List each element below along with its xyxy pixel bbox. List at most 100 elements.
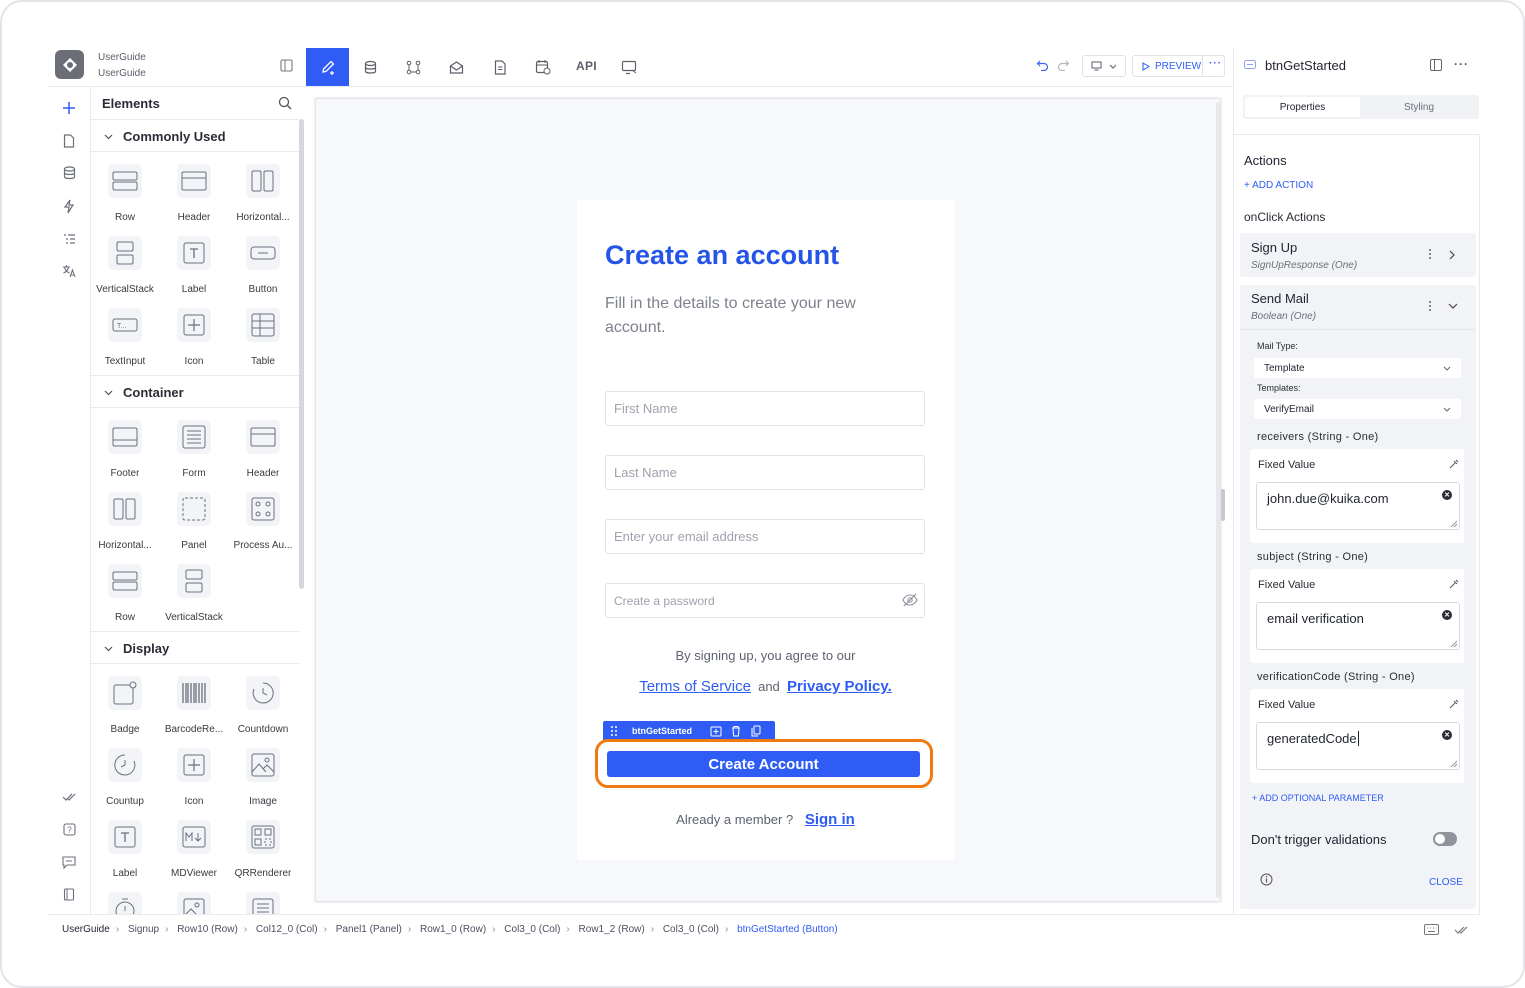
database-tool-button[interactable]	[349, 48, 392, 86]
element-image[interactable]: Image	[229, 748, 297, 818]
device-select[interactable]	[1082, 55, 1126, 77]
email-field[interactable]: Enter your email address	[605, 519, 925, 554]
mail-type-select[interactable]: Template	[1254, 358, 1461, 378]
undo-icon[interactable]	[1036, 59, 1049, 71]
element-textinput[interactable]: T... TextInput	[91, 308, 159, 378]
element-label-display[interactable]: Label	[91, 820, 159, 890]
breadcrumb-item[interactable]: Signup	[128, 924, 159, 935]
create-account-button[interactable]: Create Account	[607, 751, 920, 777]
element-process[interactable]: Process Au...	[229, 492, 297, 562]
resize-grip-icon[interactable]	[1450, 760, 1458, 768]
element-label[interactable]: Label	[160, 236, 228, 306]
element-form[interactable]: Form	[160, 420, 228, 490]
mode-picker-icon[interactable]	[1449, 579, 1459, 589]
element-countdown[interactable]: Countdown	[229, 676, 297, 746]
eye-off-icon[interactable]	[902, 593, 918, 607]
breadcrumb-item[interactable]: Col3_0 (Col)	[504, 924, 560, 935]
resize-handle[interactable]	[1221, 489, 1225, 521]
element-button[interactable]: Button	[229, 236, 297, 306]
double-check-icon[interactable]	[60, 788, 78, 806]
data-sources-icon[interactable]	[60, 164, 78, 182]
tab-properties[interactable]: Properties	[1245, 97, 1360, 117]
element-header[interactable]: Header	[160, 164, 228, 234]
document-tool-button[interactable]	[478, 48, 521, 86]
breadcrumb-item[interactable]: Row1_2 (Row)	[579, 924, 645, 935]
more-options-icon[interactable]: ···	[1209, 58, 1222, 69]
preview-button[interactable]: PREVIEW ···	[1132, 55, 1225, 77]
search-icon[interactable]	[278, 96, 292, 110]
chevron-right-icon[interactable]	[1449, 250, 1455, 260]
add-optional-parameter-link[interactable]: + ADD OPTIONAL PARAMETER	[1252, 793, 1384, 803]
add-action-link[interactable]: + ADD ACTION	[1244, 180, 1313, 191]
verification-code-input[interactable]: generatedCode	[1256, 722, 1460, 770]
book-icon[interactable]	[60, 885, 78, 903]
translate-icon[interactable]	[60, 262, 78, 280]
breadcrumb-item[interactable]: Panel1 (Panel)	[336, 924, 402, 935]
element-horizontal[interactable]: Horizontal...	[229, 164, 297, 234]
resize-grip-icon[interactable]	[1450, 520, 1458, 528]
element-footer[interactable]: Footer	[91, 420, 159, 490]
pages-icon[interactable]	[60, 132, 78, 150]
tab-styling[interactable]: Styling	[1361, 97, 1477, 117]
copy-icon[interactable]	[751, 725, 761, 737]
list-icon[interactable]	[246, 892, 280, 914]
receivers-input[interactable]: john.due@kuika.com	[1256, 482, 1460, 530]
last-name-field[interactable]: Last Name	[605, 455, 925, 490]
element-verticalstack-container[interactable]: VerticalStack	[160, 564, 228, 634]
image-icon[interactable]	[177, 892, 211, 914]
close-button[interactable]: CLOSE	[1429, 877, 1463, 888]
panel-layout-icon[interactable]	[1430, 59, 1442, 71]
api-tool-button[interactable]: API	[576, 59, 597, 73]
trash-icon[interactable]	[731, 725, 741, 737]
first-name-field[interactable]: First Name	[605, 391, 925, 426]
element-verticalstack[interactable]: VerticalStack	[91, 236, 159, 306]
breadcrumb-item[interactable]: UserGuide	[62, 924, 110, 935]
collapse-panel-icon[interactable]	[280, 59, 293, 72]
mail-tool-button[interactable]	[435, 48, 478, 86]
subject-input[interactable]: email verification	[1256, 602, 1460, 650]
privacy-link[interactable]: Privacy Policy.	[787, 678, 892, 695]
clear-icon[interactable]: ✕	[1442, 610, 1452, 620]
element-barcode[interactable]: BarcodeRe...	[160, 676, 228, 746]
calendar-tool-button[interactable]	[521, 48, 564, 86]
add-elements-icon[interactable]	[60, 99, 78, 117]
app-logo[interactable]	[55, 50, 84, 79]
element-table[interactable]: Table	[229, 308, 297, 378]
element-icon-display[interactable]: Icon	[160, 748, 228, 818]
flow-tool-button[interactable]	[392, 48, 435, 86]
info-icon[interactable]	[1260, 873, 1273, 886]
kebab-icon[interactable]	[1428, 248, 1432, 260]
canvas-scrollbar[interactable]	[1216, 102, 1220, 898]
breadcrumb-current[interactable]: btnGetStarted (Button)	[737, 924, 838, 935]
password-field[interactable]: Create a password	[605, 583, 925, 618]
breadcrumb-item[interactable]: Row10 (Row)	[177, 924, 238, 935]
templates-select[interactable]: VerifyEmail	[1254, 399, 1461, 419]
resize-grip-icon[interactable]	[1450, 640, 1458, 648]
element-row-container[interactable]: Row	[91, 564, 159, 634]
section-container-header[interactable]: Container	[104, 385, 184, 400]
inspector-more-icon[interactable]: ···	[1454, 57, 1469, 71]
element-panel[interactable]: Panel	[160, 492, 228, 562]
help-icon[interactable]: ?	[60, 820, 78, 838]
signin-link[interactable]: Sign in	[805, 811, 855, 828]
section-display-header[interactable]: Display	[104, 641, 169, 656]
clear-icon[interactable]: ✕	[1442, 730, 1452, 740]
element-header-container[interactable]: Header	[229, 420, 297, 490]
breadcrumb-item[interactable]: Col3_0 (Col)	[663, 924, 719, 935]
element-badge[interactable]: Badge	[91, 676, 159, 746]
monitor-tool-button[interactable]	[608, 48, 651, 86]
section-commonly-used-header[interactable]: Commonly Used	[104, 129, 226, 144]
mode-picker-icon[interactable]	[1449, 459, 1459, 469]
comment-icon[interactable]	[60, 853, 78, 871]
element-row[interactable]: Row	[91, 164, 159, 234]
keyboard-icon[interactable]	[1424, 924, 1439, 935]
lightning-icon[interactable]	[60, 197, 78, 215]
add-component-icon[interactable]	[710, 726, 722, 737]
panel-scrollbar[interactable]	[299, 119, 304, 589]
chevron-down-icon[interactable]	[1448, 303, 1458, 309]
element-countup[interactable]: Countup	[91, 748, 159, 818]
double-check-icon[interactable]	[1454, 925, 1469, 935]
element-horizontal-container[interactable]: Horizontal...	[91, 492, 159, 562]
kebab-icon[interactable]	[1428, 300, 1432, 312]
breadcrumb-item[interactable]: Row1_0 (Row)	[420, 924, 486, 935]
